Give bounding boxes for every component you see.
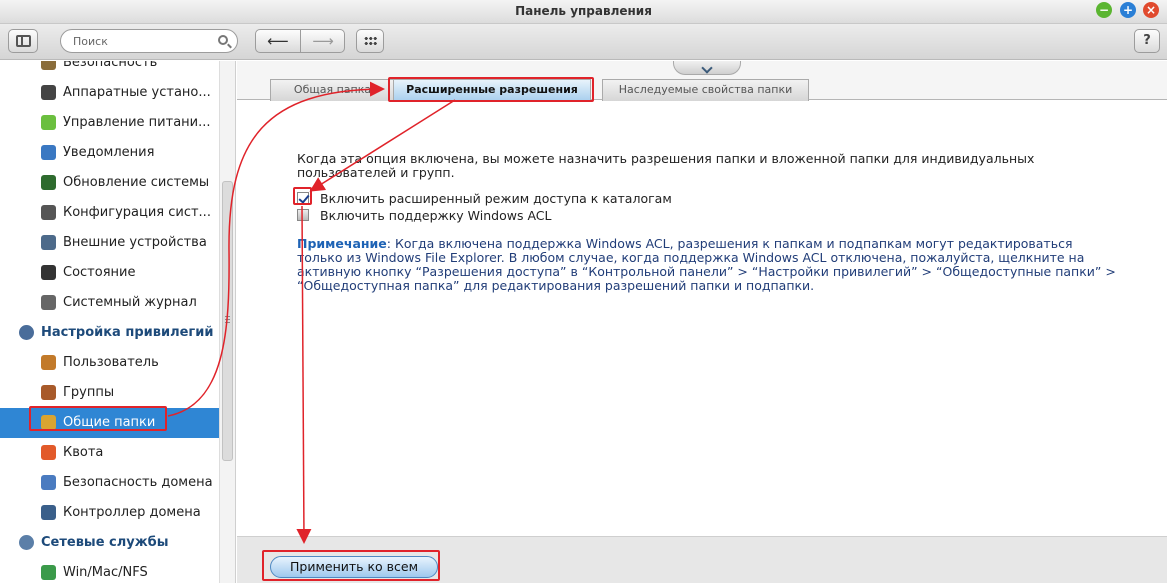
sidebar-item-winmacnfs[interactable]: Win/Mac/NFS <box>0 558 219 583</box>
domain-controller-icon <box>41 505 56 520</box>
note-body: : Когда включена поддержка Windows ACL, … <box>297 236 1116 293</box>
group-icon <box>41 385 56 400</box>
user-icon <box>41 355 56 370</box>
privilege-icon <box>19 325 34 340</box>
sidebar-item-lock[interactable]: Безопасность <box>0 61 219 78</box>
windows-acl-option[interactable]: Включить поддержку Windows ACL <box>297 208 797 224</box>
sidebar-item-notification[interactable]: Уведомления <box>0 138 219 168</box>
grid-icon <box>364 36 377 46</box>
sidebar-item-gear[interactable]: Конфигурация сист... <box>0 198 219 228</box>
panel-toggle-button[interactable] <box>8 29 38 53</box>
back-button[interactable]: ⟵ <box>256 32 300 50</box>
sidebar-item-group[interactable]: Группы <box>0 378 219 408</box>
tab-advanced-permissions[interactable]: Расширенные разрешения <box>393 79 591 101</box>
update-icon <box>41 175 56 190</box>
sidebar-item-label: Безопасность <box>63 61 158 70</box>
advanced-folder-permissions-option[interactable]: Включить расширенный режим доступа к кат… <box>297 191 797 207</box>
sidebar-item-label: Уведомления <box>63 145 155 160</box>
sidebar-item-label: Обновление системы <box>63 175 210 190</box>
minimize-icon[interactable]: − <box>1096 2 1112 18</box>
panel-layout-icon <box>16 35 31 47</box>
tab-strip: Общая папка Расширенные разрешения Насле… <box>237 61 1167 101</box>
chevron-down-icon <box>701 62 713 74</box>
sidebar-item-privilege[interactable]: Настройка привилегий <box>0 318 219 348</box>
power-icon <box>41 115 56 130</box>
sidebar-item-label: Win/Mac/NFS <box>63 565 148 580</box>
sidebar-item-label: Сетевые службы <box>41 535 169 550</box>
advanced-folder-permissions-label: Включить расширенный режим доступа к кат… <box>320 191 672 206</box>
sidebar-item-shared-folder[interactable]: Общие папки <box>0 408 219 438</box>
sidebar-item-user[interactable]: Пользователь <box>0 348 219 378</box>
sidebar-item-label: Внешние устройства <box>63 235 207 250</box>
sidebar-item-label: Настройка привилегий <box>41 325 214 340</box>
sidebar-item-quota[interactable]: Квота <box>0 438 219 468</box>
note-text: Примечание: Когда включена поддержка Win… <box>297 237 1117 293</box>
option-description: Когда эта опция включена, вы можете назн… <box>297 151 1035 180</box>
sidebar-item-domain-controller[interactable]: Контроллер домена <box>0 498 219 528</box>
help-button[interactable]: ? <box>1134 29 1160 53</box>
network-services-icon <box>19 535 34 550</box>
toolbar: ⟵ ⟶ ? <box>0 24 1167 60</box>
footer-bar: Применить ко всем <box>237 536 1167 583</box>
sidebar-item-label: Квота <box>63 445 104 460</box>
search-icon[interactable] <box>218 35 228 45</box>
collapse-toggle[interactable] <box>673 61 741 75</box>
apps-grid-button[interactable] <box>356 29 384 53</box>
window-title: Панель управления <box>515 4 652 18</box>
close-icon[interactable]: × <box>1143 2 1159 18</box>
sidebar-item-label: Безопасность домена <box>63 475 213 490</box>
monitor-icon <box>41 265 56 280</box>
tab-inherited-folder-properties[interactable]: Наследуемые свойства папки <box>602 79 809 101</box>
sidebar-item-hardware[interactable]: Аппаратные устано... <box>0 78 219 108</box>
maximize-icon[interactable]: + <box>1120 2 1136 18</box>
sidebar-item-label: Группы <box>63 385 115 400</box>
lock-icon <box>41 61 56 70</box>
sidebar-item-label: Системный журнал <box>63 295 197 310</box>
external-device-icon <box>41 235 56 250</box>
advanced-folder-permissions-checkbox[interactable] <box>297 192 309 204</box>
navigation-buttons: ⟵ ⟶ <box>255 29 345 53</box>
sidebar-item-monitor[interactable]: Состояние <box>0 258 219 288</box>
sidebar-item-power[interactable]: Управление питани... <box>0 108 219 138</box>
apply-to-all-button[interactable]: Применить ко всем <box>270 556 438 578</box>
note-label: Примечание <box>297 236 387 251</box>
sidebar-scrollbar[interactable] <box>219 61 236 583</box>
search-box[interactable] <box>60 29 238 53</box>
sidebar-item-external-device[interactable]: Внешние устройства <box>0 228 219 258</box>
windows-acl-checkbox[interactable] <box>297 209 309 221</box>
sidebar-item-update[interactable]: Обновление системы <box>0 168 219 198</box>
tab-shared-folder[interactable]: Общая папка <box>270 79 395 101</box>
windows-acl-label: Включить поддержку Windows ACL <box>320 208 552 223</box>
sidebar-item-label: Пользователь <box>63 355 159 370</box>
sidebar-item-label: Состояние <box>63 265 136 280</box>
sidebar-item-label: Контроллер домена <box>63 505 201 520</box>
shared-folder-icon <box>41 415 56 430</box>
log-icon <box>41 295 56 310</box>
sidebar-item-domain-security[interactable]: Безопасность домена <box>0 468 219 498</box>
sidebar: Безопасность Аппаратные устано... Управлен… <box>0 61 219 583</box>
title-bar: Панель управления − + × <box>0 0 1167 24</box>
main-panel: Общая папка Расширенные разрешения Насле… <box>237 61 1167 583</box>
tab-content: Когда эта опция включена, вы можете назн… <box>237 101 1167 536</box>
sidebar-item-label: Конфигурация сист... <box>63 205 211 220</box>
sidebar-item-network-services[interactable]: Сетевые службы <box>0 528 219 558</box>
sidebar-item-label: Общие папки <box>63 415 156 430</box>
domain-security-icon <box>41 475 56 490</box>
search-input[interactable] <box>73 33 213 49</box>
hardware-icon <box>41 85 56 100</box>
sidebar-item-label: Аппаратные устано... <box>63 85 211 100</box>
gear-icon <box>41 205 56 220</box>
notification-icon <box>41 145 56 160</box>
quota-icon <box>41 445 56 460</box>
sidebar-item-log[interactable]: Системный журнал <box>0 288 219 318</box>
winmacnfs-icon <box>41 565 56 580</box>
scrollbar-grip-icon <box>225 316 230 325</box>
forward-button[interactable]: ⟶ <box>301 32 345 50</box>
sidebar-item-label: Управление питани... <box>63 115 211 130</box>
